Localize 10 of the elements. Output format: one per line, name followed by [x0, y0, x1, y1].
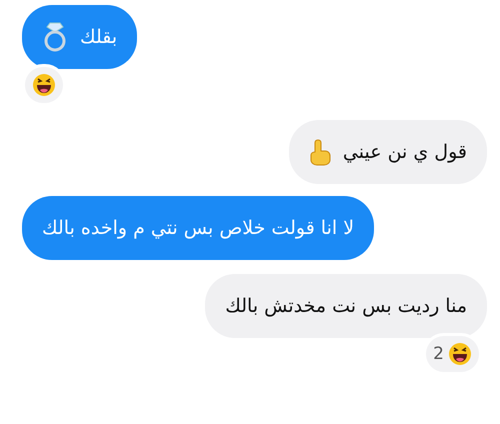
message-bubble: قول ي نن عيني	[288, 120, 487, 184]
reaction-count: 2	[433, 344, 444, 364]
message-bubble: لا انا قولت خلاص بس نتي م واخده بالك	[22, 196, 374, 260]
laughing-face-icon	[32, 73, 56, 97]
message-bubble: بقلك	[22, 5, 138, 69]
reaction-badge[interactable]: 2	[423, 333, 482, 375]
message-bubble: منا رديت بس نت مخدتش بالك	[205, 274, 487, 338]
ring-icon	[42, 21, 68, 53]
laughing-face-icon	[448, 342, 472, 366]
pointing-finger-icon	[308, 138, 331, 166]
